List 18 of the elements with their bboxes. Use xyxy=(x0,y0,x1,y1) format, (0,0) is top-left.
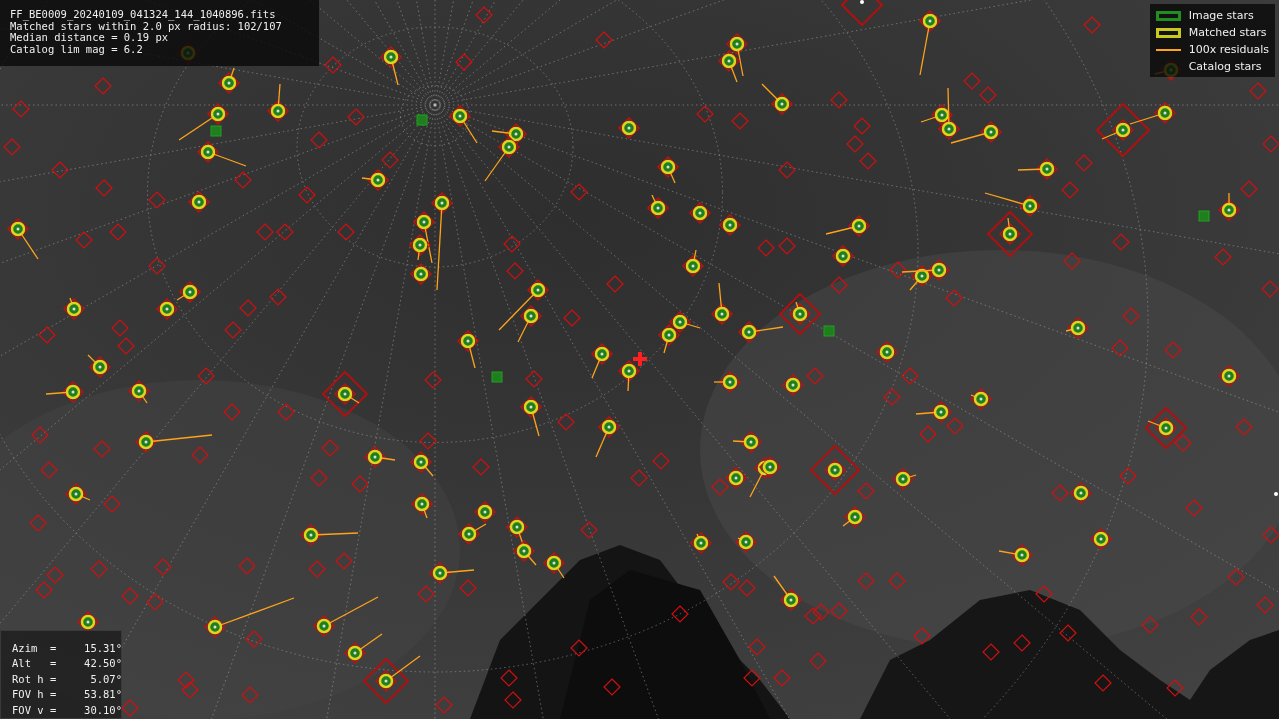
parameter-label: Rot h = xyxy=(12,672,58,687)
parameter-label: FOV h = xyxy=(12,688,58,703)
parameter-label: Alt = xyxy=(12,657,58,672)
parameter-value: 53.81° xyxy=(83,688,122,703)
info-text: Matched stars within 2.0 px radius: 102/107 xyxy=(10,20,283,32)
parameter-label: FOV v = xyxy=(12,703,58,718)
legend-label: Catalog stars xyxy=(1188,60,1262,73)
legend-label: Image stars xyxy=(1188,9,1254,22)
legend-label: Matched stars xyxy=(1188,26,1267,39)
parameter-value: 42.50° xyxy=(83,657,122,672)
parameter-value: 5.07° xyxy=(89,672,122,687)
info-text: Catalog lim mag = 6.2 xyxy=(10,43,144,55)
legend-label: 100x residuals xyxy=(1188,43,1269,56)
info-text: FF_BE0009_20240109_041324_144_1040896.fits xyxy=(10,9,277,21)
info-text: Median distance = 0.19 px xyxy=(10,32,169,44)
parameter-label: Azim = xyxy=(12,642,58,656)
parameter-value: 30.10° xyxy=(83,703,122,718)
parameter-value: 15.31° xyxy=(83,642,122,656)
